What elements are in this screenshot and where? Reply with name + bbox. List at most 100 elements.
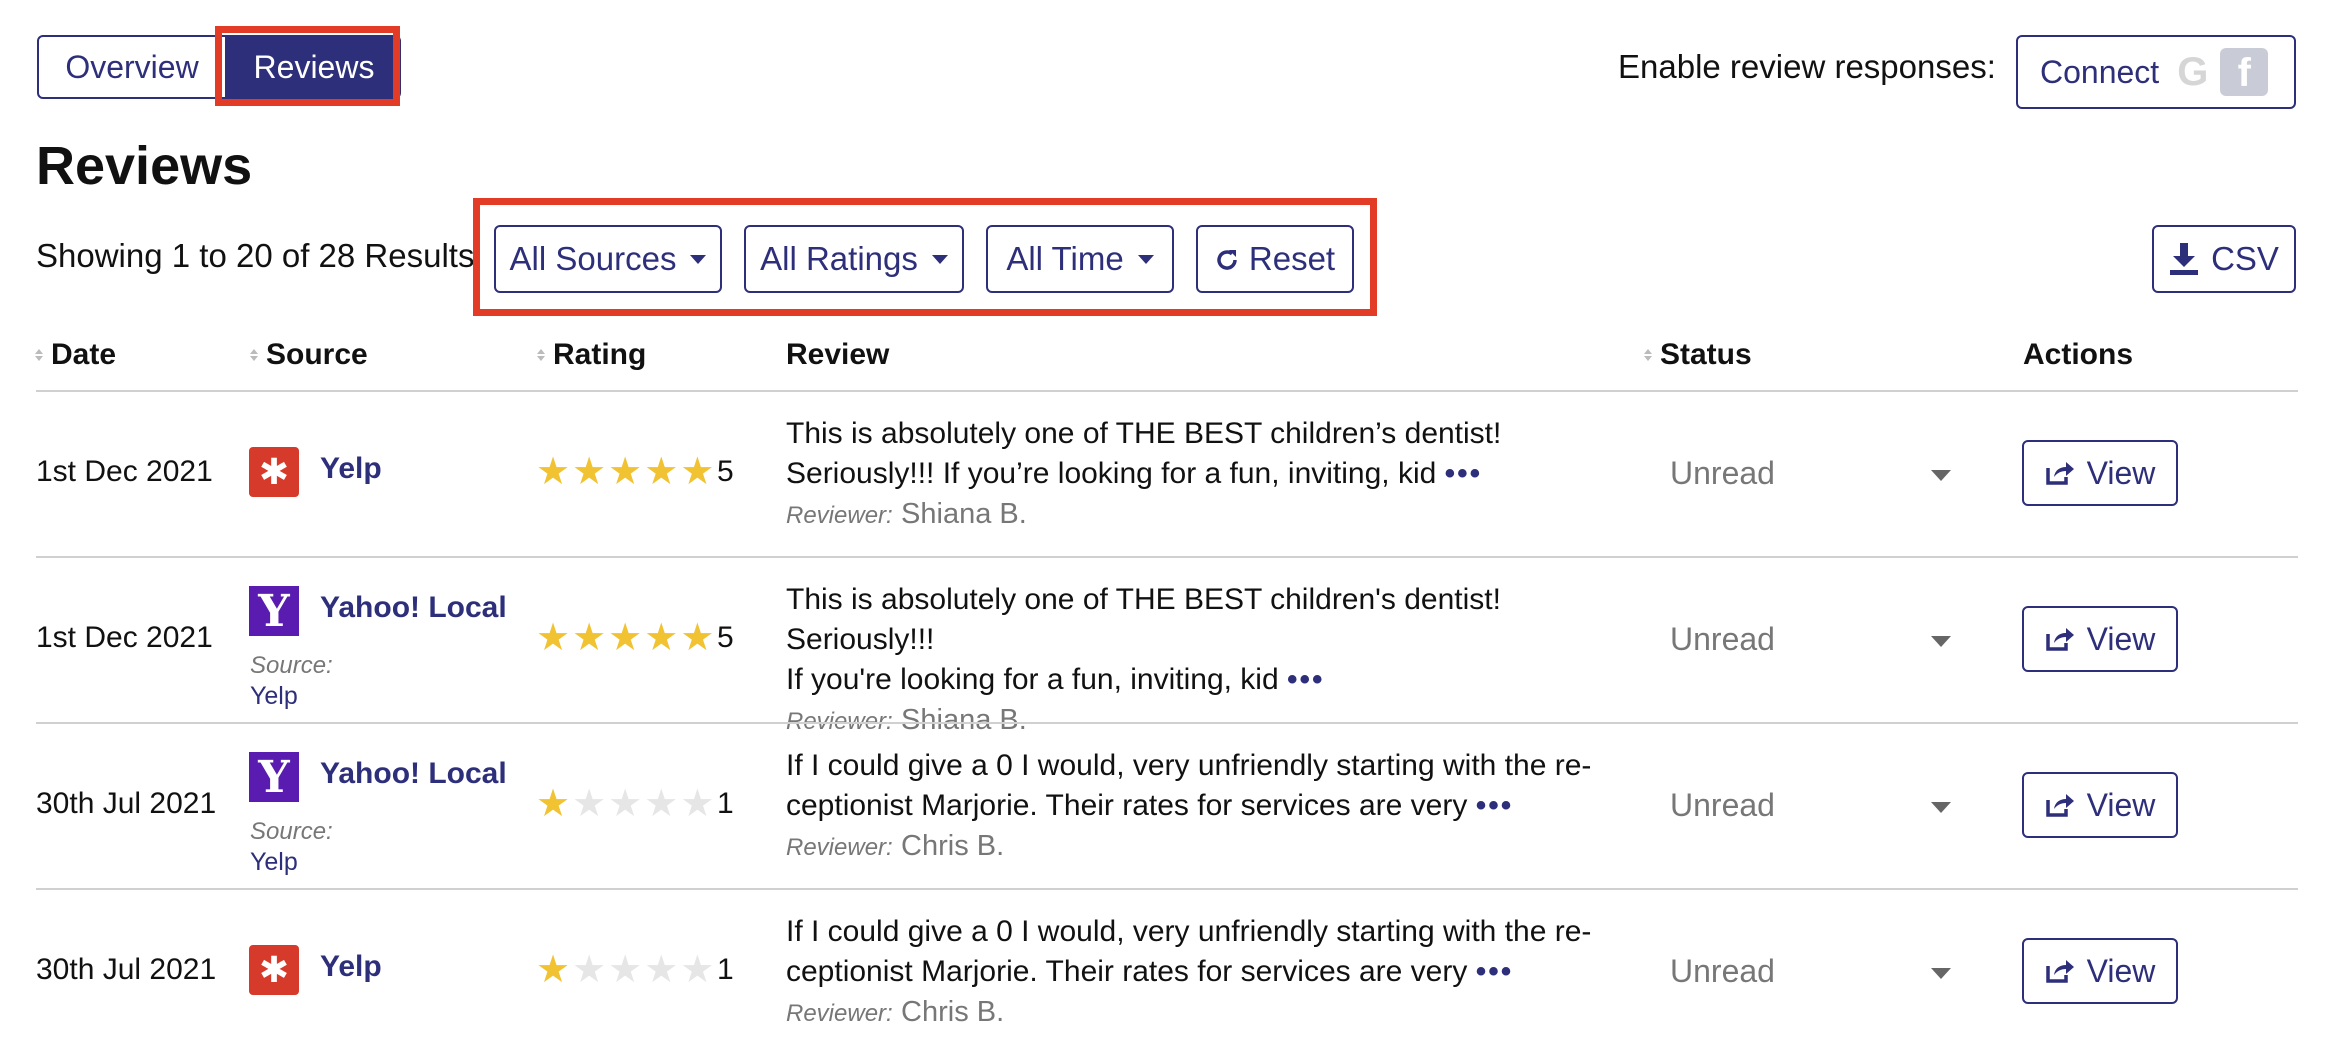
status-select[interactable]: Unread xyxy=(1670,621,1775,658)
review-line: If you're looking for a fun, inviting, k… xyxy=(786,663,1279,696)
sub-source-link[interactable]: Yelp xyxy=(250,848,298,877)
reset-icon xyxy=(1217,250,1237,270)
source-name-link[interactable]: Yahoo! Local xyxy=(320,591,507,625)
rating-stars: ★ ★ ★ ★ ★ xyxy=(536,785,714,823)
review-line-2: ceptionist Marjorie. Their rates for ser… xyxy=(786,786,1636,826)
review-date: 30th Jul 2021 xyxy=(36,787,217,820)
status-caret-down-icon[interactable] xyxy=(1931,636,1951,647)
view-label: View xyxy=(2086,952,2156,989)
star-icon: ★ xyxy=(644,617,679,659)
sub-source-link[interactable]: Yelp xyxy=(250,682,298,711)
column-label: Status xyxy=(1660,338,1752,371)
view-button[interactable]: View xyxy=(2022,440,2178,506)
table-row: 30th Jul 2021 ✱ Yelp ★ ★ ★ ★ ★ 1 If I could give… xyxy=(0,890,2333,1056)
caret-down-icon xyxy=(931,254,948,264)
review-date: 30th Jul 2021 xyxy=(36,953,217,986)
column-label: Review xyxy=(786,338,890,371)
reviewer-label: Reviewer: xyxy=(786,834,893,861)
yahoo-icon: Y xyxy=(249,752,299,803)
review-date: 1st Dec 2021 xyxy=(36,455,213,488)
column-header-date[interactable]: Date xyxy=(35,338,116,372)
sort-icon xyxy=(250,349,258,361)
view-label: View xyxy=(2086,786,2156,823)
table-row: 30th Jul 2021 Y Yahoo! Local Source: Yelp ★ ★ ★… xyxy=(0,724,2333,890)
column-header-actions: Actions xyxy=(2023,338,2133,372)
status-caret-down-icon[interactable] xyxy=(1931,968,1951,979)
review-line: ceptionist Marjorie. Their rates for ser… xyxy=(786,789,1468,822)
rating-stars: ★ ★ ★ ★ ★ xyxy=(536,453,714,491)
rating-value: 5 xyxy=(717,621,734,654)
reset-button[interactable]: Reset xyxy=(1196,225,1354,293)
review-line: This is absolutely one of THE BEST child… xyxy=(786,417,1502,450)
facebook-icon: f xyxy=(2220,48,2269,96)
more-dots-icon[interactable]: ••• xyxy=(1445,457,1483,490)
sort-icon xyxy=(1644,349,1652,361)
source-name-link[interactable]: Yahoo! Local xyxy=(320,757,507,791)
tab-overview[interactable]: Overview xyxy=(37,35,227,99)
sub-source-label: Source: xyxy=(250,818,333,845)
status-select[interactable]: Unread xyxy=(1670,787,1775,824)
rating-value: 5 xyxy=(717,455,734,488)
ratings-filter-button[interactable]: All Ratings xyxy=(744,225,964,293)
status-select[interactable]: Unread xyxy=(1670,953,1775,990)
source-name-link[interactable]: Yelp xyxy=(320,950,382,984)
view-button[interactable]: View xyxy=(2022,606,2178,672)
sort-icon xyxy=(537,349,545,361)
rating-stars: ★ ★ ★ ★ ★ xyxy=(536,619,714,657)
column-label: Rating xyxy=(553,338,647,371)
external-link-icon xyxy=(2045,794,2074,817)
view-button[interactable]: View xyxy=(2022,938,2178,1004)
connect-button[interactable]: Connect G f xyxy=(2016,35,2296,109)
star-icon: ★ xyxy=(536,617,571,659)
yelp-icon: ✱ xyxy=(249,447,299,497)
connect-label: Connect xyxy=(2040,53,2160,90)
yahoo-icon: Y xyxy=(249,586,299,637)
external-link-icon xyxy=(2045,628,2074,651)
download-icon xyxy=(2170,243,2199,275)
status-caret-down-icon[interactable] xyxy=(1931,470,1951,481)
more-dots-icon[interactable]: ••• xyxy=(1476,789,1514,822)
column-header-rating[interactable]: Rating xyxy=(537,338,646,372)
star-icon: ★ xyxy=(572,451,607,493)
column-header-source[interactable]: Source xyxy=(250,338,368,372)
enable-responses-label: Enable review responses: xyxy=(1618,48,1996,85)
external-link-icon xyxy=(2045,960,2074,983)
star-icon: ★ xyxy=(644,949,679,991)
view-label: View xyxy=(2086,454,2156,491)
time-filter-button[interactable]: All Time xyxy=(986,225,1174,293)
review-line-2: ceptionist Marjorie. Their rates for ser… xyxy=(786,952,1636,992)
review-line-2: If you're looking for a fun, inviting, k… xyxy=(786,660,1636,700)
column-label: Source xyxy=(266,338,368,371)
more-dots-icon[interactable]: ••• xyxy=(1476,955,1514,988)
external-link-icon xyxy=(2045,462,2074,485)
sources-filter-button[interactable]: All Sources xyxy=(494,225,722,293)
column-header-status[interactable]: Status xyxy=(1644,338,1752,372)
csv-label: CSV xyxy=(2211,240,2279,277)
reviewer-label: Reviewer: xyxy=(786,502,893,529)
sub-source-label: Source: xyxy=(250,652,333,679)
star-icon: ★ xyxy=(644,783,679,825)
rating-stars: ★ ★ ★ ★ ★ xyxy=(536,951,714,989)
star-icon: ★ xyxy=(680,617,715,659)
column-label: Actions xyxy=(2023,338,2134,371)
view-button[interactable]: View xyxy=(2022,772,2178,838)
reset-label: Reset xyxy=(1248,240,1336,277)
review-line-2: Seriously!!! If you’re looking for a fun… xyxy=(786,454,1636,494)
review-text: This is absolutely one of THE BEST child… xyxy=(786,580,1636,742)
star-icon: ★ xyxy=(536,451,571,493)
time-filter-label: All Time xyxy=(1006,240,1124,277)
star-icon: ★ xyxy=(608,617,643,659)
column-label: Date xyxy=(51,338,117,371)
status-caret-down-icon[interactable] xyxy=(1931,802,1951,813)
star-icon: ★ xyxy=(572,617,607,659)
star-icon: ★ xyxy=(644,451,679,493)
star-icon: ★ xyxy=(608,949,643,991)
more-dots-icon[interactable]: ••• xyxy=(1287,663,1325,696)
csv-download-button[interactable]: CSV xyxy=(2152,225,2296,293)
reviewer-name: Chris B. xyxy=(901,830,1005,862)
status-select[interactable]: Unread xyxy=(1670,455,1775,492)
review-line: Seriously!!! If you’re looking for a fun… xyxy=(786,457,1437,490)
review-line: If I could give a 0 I would, very unfrie… xyxy=(786,749,1592,782)
table-row: 1st Dec 2021 Y Yahoo! Local Source: Yelp ★ ★ ★ ★… xyxy=(0,558,2333,736)
source-name-link[interactable]: Yelp xyxy=(320,452,382,486)
